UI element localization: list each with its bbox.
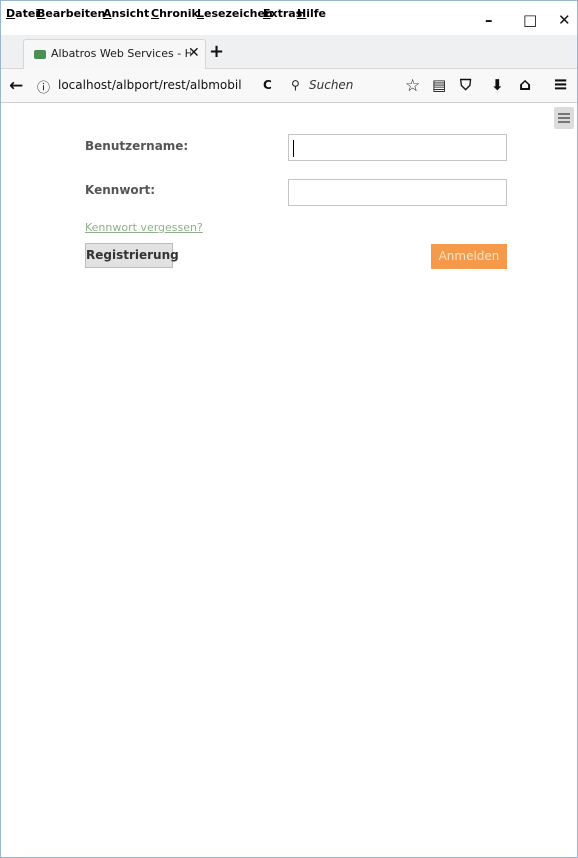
menu-bar: Datei Bearbeiten Ansicht Chronik Lesezei… xyxy=(1,1,577,35)
tab-title: Albatros Web Services - Her xyxy=(51,47,191,60)
tab-strip: Albatros Web Services - Her ✕ + xyxy=(1,35,577,69)
side-menu-icon[interactable] xyxy=(554,107,574,129)
menu-ansicht[interactable]: Ansicht xyxy=(103,7,149,20)
pocket-icon[interactable]: ⛉ xyxy=(460,76,471,94)
clipboard-icon[interactable]: ▤ xyxy=(432,76,446,94)
password-input[interactable] xyxy=(289,180,506,205)
menu-datei[interactable]: Datei xyxy=(6,7,39,20)
tab-albatros[interactable]: Albatros Web Services - Her ✕ xyxy=(23,39,206,69)
browser-window: Datei Bearbeiten Ansicht Chronik Lesezei… xyxy=(0,0,578,858)
forgot-password-link[interactable]: Kennwort vergessen? xyxy=(85,221,203,234)
reload-icon[interactable]: C xyxy=(263,78,272,92)
navigation-bar: ← ⓘ localhost/albport/rest/albmobil C ⚲ … xyxy=(1,69,577,103)
password-field[interactable] xyxy=(288,179,507,206)
page-content: Benutzername: Kennwort: Kennwort vergess… xyxy=(1,103,577,857)
star-icon[interactable]: ☆ xyxy=(405,76,420,96)
menu-lesezeichen[interactable]: Lesezeichen xyxy=(197,7,273,20)
text-cursor xyxy=(293,140,294,157)
menu-chronik[interactable]: Chronik xyxy=(151,7,199,20)
register-button[interactable]: Registrierung xyxy=(85,243,179,268)
new-tab-button[interactable]: + xyxy=(209,41,224,62)
username-input[interactable] xyxy=(289,135,506,160)
menu-bearbeiten[interactable]: Bearbeiten xyxy=(37,7,105,20)
download-icon[interactable]: ⬇ xyxy=(491,76,504,94)
url-field[interactable]: localhost/albport/rest/albmobil xyxy=(58,78,248,92)
site-info-icon[interactable]: ⓘ xyxy=(37,77,50,96)
home-icon[interactable]: ⌂ xyxy=(519,75,531,95)
favicon-icon xyxy=(34,50,46,59)
search-icon: ⚲ xyxy=(291,78,300,92)
tab-close-icon[interactable]: ✕ xyxy=(188,45,200,61)
search-input[interactable]: Suchen xyxy=(309,78,353,92)
menu-icon[interactable]: ≡ xyxy=(553,74,568,95)
username-field[interactable] xyxy=(288,134,507,161)
login-button[interactable]: Anmelden xyxy=(431,244,507,269)
menu-hilfe[interactable]: Hilfe xyxy=(297,7,326,20)
username-label: Benutzername: xyxy=(85,139,189,153)
password-label: Kennwort: xyxy=(85,183,156,197)
close-window-button[interactable]: ✕ xyxy=(558,11,571,29)
minimize-button[interactable]: – xyxy=(485,11,493,29)
back-icon[interactable]: ← xyxy=(9,76,23,96)
maximize-button[interactable]: □ xyxy=(523,11,537,29)
